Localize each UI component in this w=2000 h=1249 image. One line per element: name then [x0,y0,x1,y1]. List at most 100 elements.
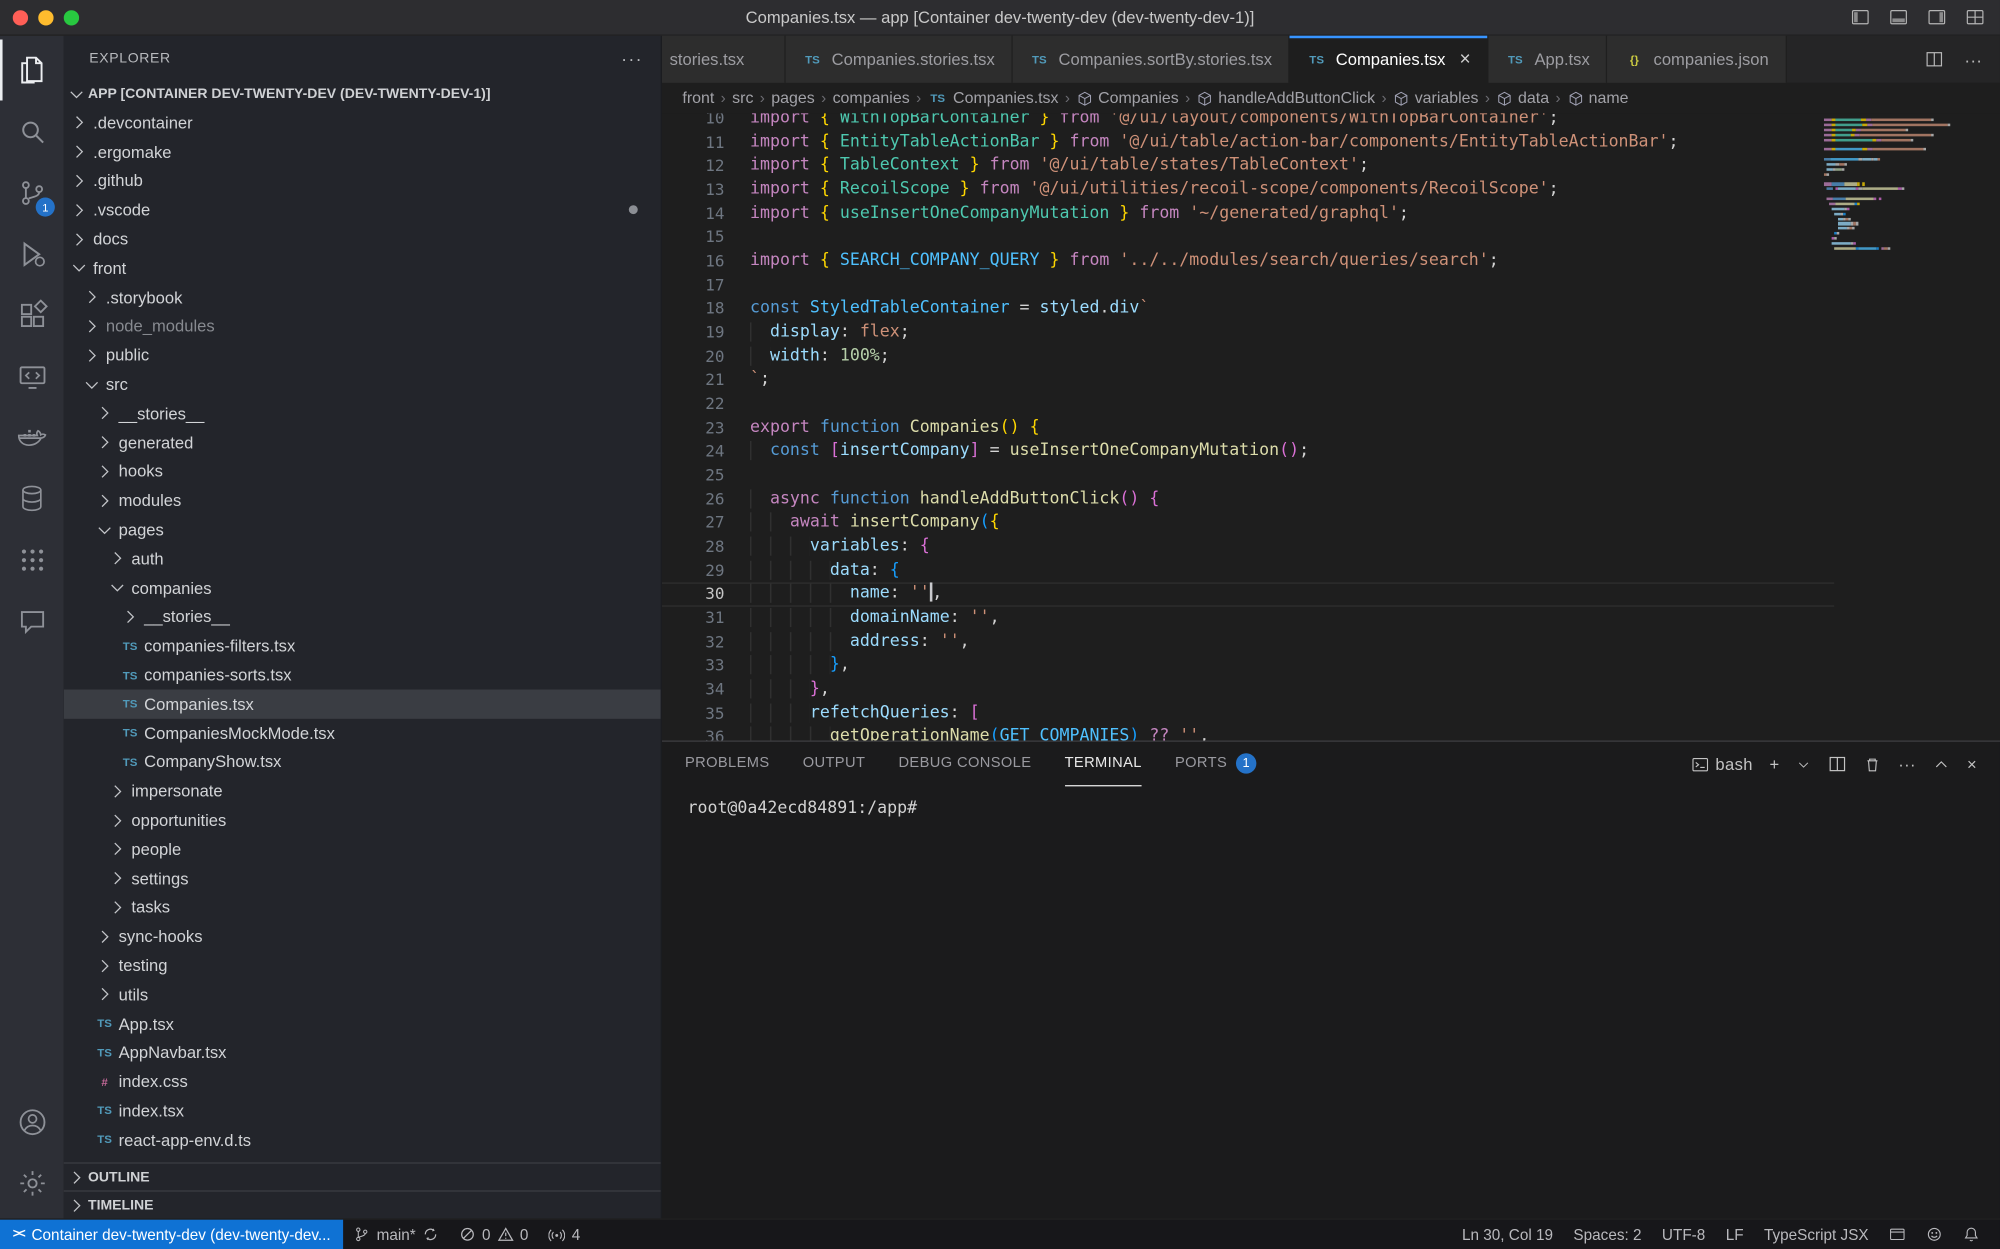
file-react-app-env.d.ts[interactable]: TSreact-app-env.d.ts [64,1125,661,1154]
close-window-button[interactable] [13,10,28,25]
line-number[interactable]: 30 [662,583,724,607]
activity-explorer-icon[interactable] [0,40,64,101]
folder-impersonate[interactable]: impersonate [64,777,661,806]
line-number[interactable]: 26 [662,488,724,512]
folder-companies[interactable]: companies [64,573,661,602]
code-line-25[interactable]: 25 [662,464,2000,488]
ports-status[interactable]: 4 [539,1220,591,1249]
folder-.vscode[interactable]: .vscode [64,195,661,224]
panel-tab-output[interactable]: OUTPUT [803,742,866,787]
folder-.devcontainer[interactable]: .devcontainer [64,108,661,137]
code-line-29[interactable]: 29 data: { [662,559,2000,583]
chevron-right-icon[interactable] [82,287,102,307]
breadcrumb-companies[interactable]: companies [833,89,910,107]
chevron-right-icon[interactable] [94,461,114,481]
line-number[interactable]: 18 [662,297,724,321]
customize-layout-icon[interactable] [1966,8,1985,27]
folder-auth[interactable]: auth [64,544,661,573]
folder-.storybook[interactable]: .storybook [64,283,661,312]
line-number[interactable]: 31 [662,607,724,631]
folder-__stories__[interactable]: __stories__ [64,602,661,631]
file-index.tsx[interactable]: TSindex.tsx [64,1096,661,1125]
chevron-down-icon[interactable] [94,519,114,539]
line-number[interactable]: 12 [662,155,724,179]
line-number[interactable]: 11 [662,131,724,155]
chevron-right-icon[interactable] [82,316,102,336]
chevron-down-icon[interactable] [69,258,89,278]
folder-src[interactable]: src [64,370,661,399]
chevron-right-icon[interactable] [69,171,89,191]
toggle-secondary-sidebar-icon[interactable] [1927,8,1946,27]
tab-Companies.stories.tsx[interactable]: TSCompanies.stories.tsx [786,36,1013,83]
panel-tab-ports[interactable]: PORTS1 [1175,742,1257,787]
code-line-11[interactable]: 11import { EntityTableActionBar } from '… [662,131,2000,155]
activity-extensions-icon[interactable] [0,284,64,345]
notifications-icon[interactable] [1953,1220,1990,1249]
file-CompanyShow.tsx[interactable]: TSCompanyShow.tsx [64,748,661,777]
breadcrumb-variables[interactable]: variables [1393,89,1478,107]
line-number[interactable]: 22 [662,393,724,417]
tab-Companies.tsx[interactable]: TSCompanies.tsx× [1290,36,1489,83]
breadcrumb-handleAddButtonClick[interactable]: handleAddButtonClick [1197,89,1376,107]
code-line-26[interactable]: 26 async function handleAddButtonClick()… [662,488,2000,512]
code-line-18[interactable]: 18const StyledTableContainer = styled.di… [662,297,2000,321]
chevron-right-icon[interactable] [94,403,114,423]
code-line-14[interactable]: 14import { useInsertOneCompanyMutation }… [662,202,2000,226]
close-tab-icon[interactable]: × [1459,48,1470,70]
toggle-primary-sidebar-icon[interactable] [1851,8,1870,27]
chevron-right-icon[interactable] [94,490,114,510]
window-indicator-icon[interactable] [1879,1220,1916,1249]
code-line-15[interactable]: 15 [662,226,2000,250]
folder-hooks[interactable]: hooks [64,457,661,486]
code-line-31[interactable]: 31 domainName: '', [662,607,2000,631]
feedback-icon[interactable] [1916,1220,1953,1249]
folder-.github[interactable]: .github [64,166,661,195]
eol-status[interactable]: LF [1715,1220,1753,1249]
code-line-36[interactable]: 36 getOperationName(GET_COMPANIES) ?? ''… [662,726,2000,741]
breadcrumb-Companies[interactable]: Companies [1076,89,1178,107]
cursor-position-status[interactable]: Ln 30, Col 19 [1452,1220,1563,1249]
terminal-output[interactable]: root@0a42ecd84891:/app# [662,786,2000,818]
activity-source-control-icon[interactable]: 1 [0,162,64,223]
file-index.css[interactable]: #index.css [64,1067,661,1096]
chevron-right-icon[interactable] [69,142,89,162]
activity-database-icon[interactable] [0,468,64,529]
line-number[interactable]: 29 [662,559,724,583]
code-line-16[interactable]: 16import { SEARCH_COMPANY_QUERY } from '… [662,250,2000,274]
activity-accounts-icon[interactable] [0,1091,64,1152]
code-line-24[interactable]: 24 const [insertCompany] = useInsertOneC… [662,440,2000,464]
line-number[interactable]: 16 [662,250,724,274]
folder-settings[interactable]: settings [64,864,661,893]
minimize-window-button[interactable] [38,10,53,25]
folder-node_modules[interactable]: node_modules [64,312,661,341]
problems-status[interactable]: 0 0 [449,1220,539,1249]
close-panel-icon[interactable]: × [1967,755,1977,774]
folder-sync-hooks[interactable]: sync-hooks [64,922,661,951]
folder-testing[interactable]: testing [64,951,661,980]
folder-generated[interactable]: generated [64,428,661,457]
explorer-more-actions-icon[interactable]: ··· [621,48,643,68]
file-companies-sorts.tsx[interactable]: TScompanies-sorts.tsx [64,660,661,689]
chevron-down-icon[interactable] [82,374,102,394]
line-number[interactable]: 21 [662,369,724,393]
line-number[interactable]: 28 [662,535,724,559]
chevron-right-icon[interactable] [69,229,89,249]
breadcrumb-pages[interactable]: pages [771,89,814,107]
folder-pages[interactable]: pages [64,515,661,544]
line-number[interactable]: 27 [662,512,724,536]
tab-companies.json[interactable]: {}companies.json [1608,36,1787,83]
activity-search-icon[interactable] [0,101,64,162]
chevron-right-icon[interactable] [69,200,89,220]
remote-indicator[interactable]: >< Container dev-twenty-dev (dev-twenty-… [0,1220,343,1249]
line-number[interactable]: 36 [662,726,724,741]
code-line-35[interactable]: 35 refetchQueries: [ [662,702,2000,726]
line-number[interactable]: 34 [662,678,724,702]
chevron-right-icon[interactable] [107,868,127,888]
tab-stories.tsx[interactable]: stories.tsx [662,36,786,83]
file-Companies.tsx[interactable]: TSCompanies.tsx [64,689,661,718]
zoom-window-button[interactable] [64,10,79,25]
panel-tab-terminal[interactable]: TERMINAL [1065,742,1142,787]
code-line-32[interactable]: 32 address: '', [662,631,2000,655]
code-editor[interactable]: 10import { WithTopBarContainer } from '@… [662,113,2000,740]
line-number[interactable]: 33 [662,654,724,678]
